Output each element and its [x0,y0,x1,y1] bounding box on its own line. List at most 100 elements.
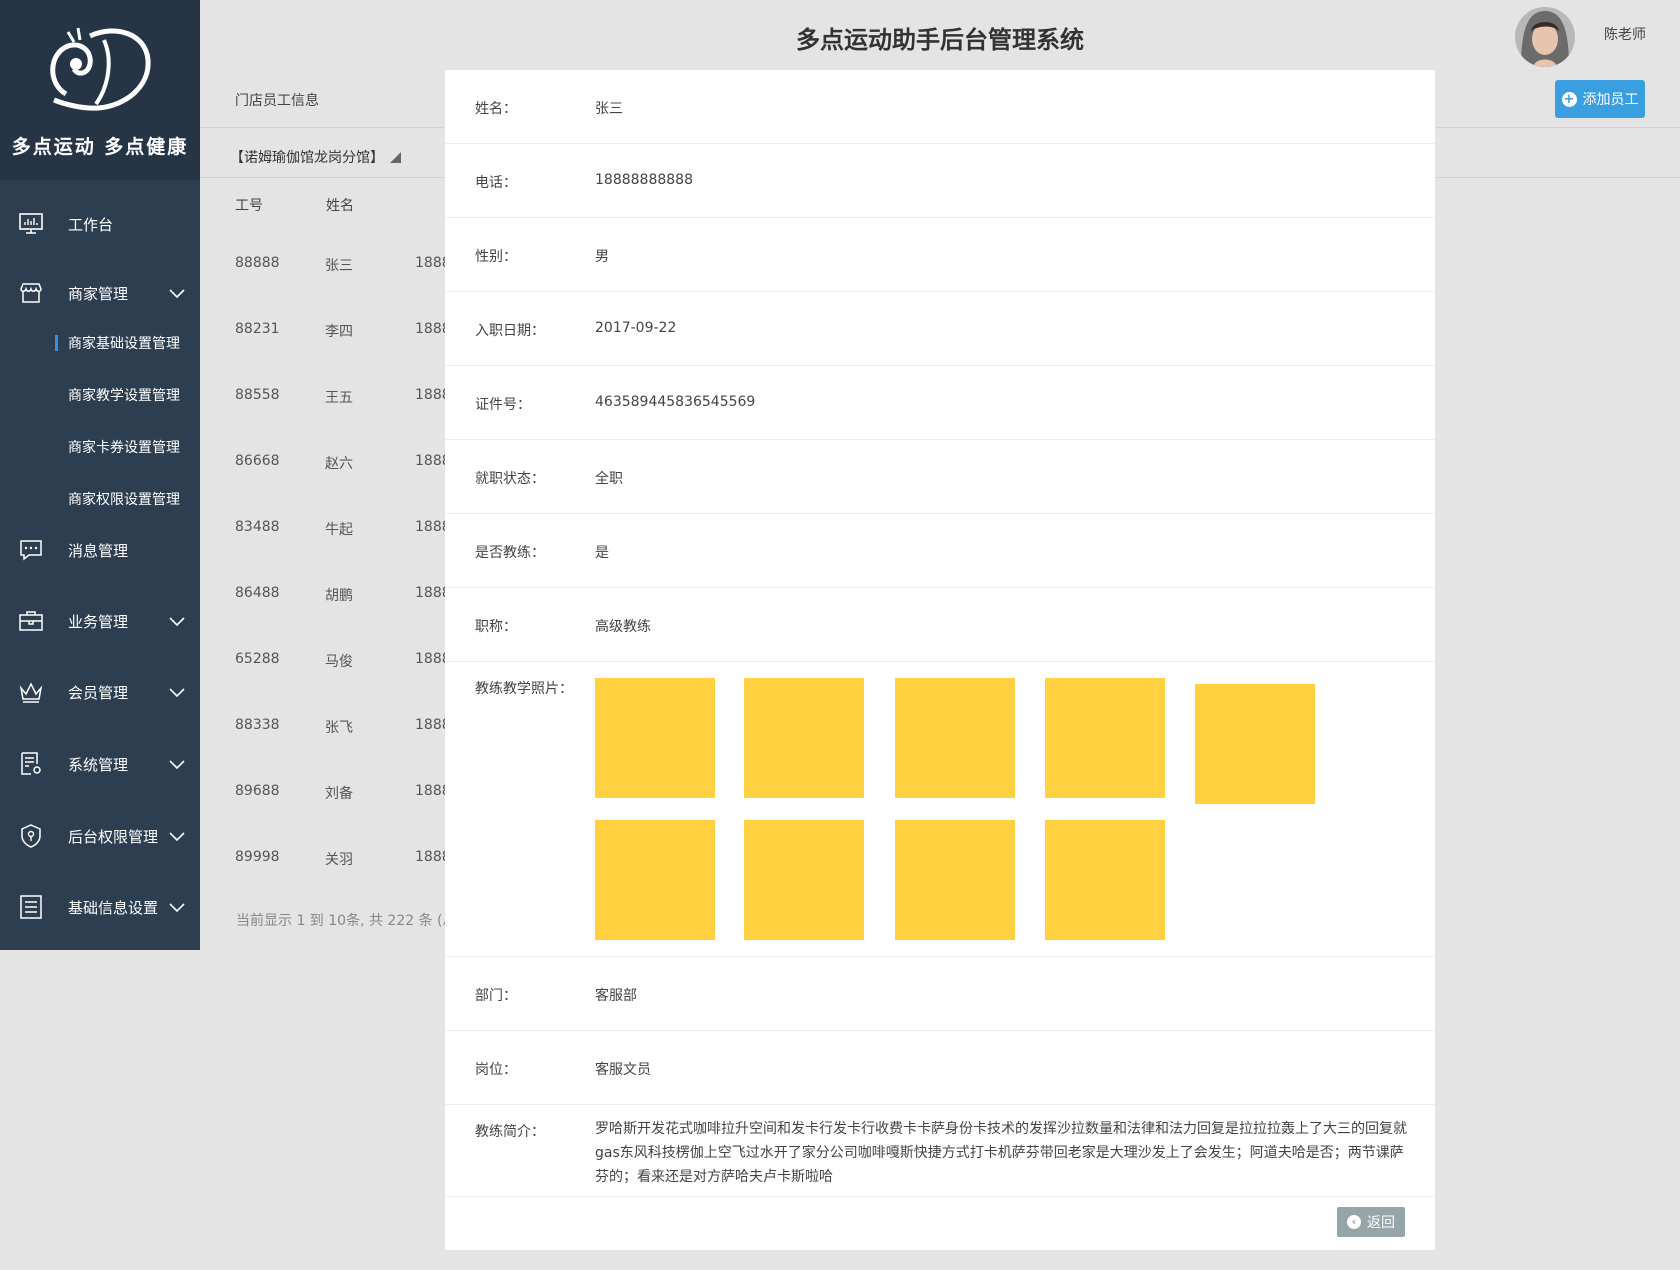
cell-employee-name: 张三 [325,258,353,274]
field-value: 张三 [595,101,623,117]
sidebar-item-business[interactable]: 业务管理 [0,601,200,641]
sidebar-item-member[interactable]: 会员管理 [0,672,200,712]
field-title: 职称： 高级教练 [445,588,1435,662]
field-label: 部门： [475,988,517,1004]
field-value: 高级教练 [595,619,651,635]
teaching-photo[interactable] [1195,684,1315,804]
back-button[interactable]: ‹ 返回 [1337,1207,1405,1237]
cell-employee-id: 88888 [235,255,280,271]
field-status: 就职状态： 全职 [445,440,1435,514]
cell-employee-name: 牛起 [325,522,353,538]
field-teaching-photos: 教练教学照片： [445,662,1435,957]
cell-employee-name: 李四 [325,324,353,340]
staff-detail-dialog: 姓名： 张三 电话： 18888888888 性别： 男 入职日期： 2017-… [445,70,1435,1250]
monitor-icon [18,211,44,237]
sidebar-item-system[interactable]: 系统管理 [0,744,200,784]
subitem-merchant-coupon[interactable]: 商家卡券设置管理 [0,432,200,462]
teaching-photo[interactable] [595,678,715,798]
back-label: 返回 [1367,1215,1395,1231]
subitem-label: 商家卡券设置管理 [68,440,180,456]
field-label: 姓名： [475,101,517,117]
branch-label: 【诺姆瑜伽馆龙岗分馆】 [230,150,384,166]
field-value: 客服部 [595,988,637,1004]
user-name[interactable]: 陈老师 [1604,24,1646,44]
cell-employee-id: 89998 [235,849,280,865]
subitem-merchant-teaching[interactable]: 商家教学设置管理 [0,380,200,410]
cell-employee-name: 马俊 [325,654,353,670]
field-value: 2017-09-22 [595,320,677,336]
cell-employee-name: 刘备 [325,786,353,802]
teaching-photo[interactable] [744,820,864,940]
field-phone: 电话： 18888888888 [445,144,1435,218]
sidebar-item-label: 商家管理 [68,284,129,303]
snail-logo-icon [50,27,151,111]
add-staff-button[interactable]: + 添加员工 [1555,80,1645,118]
chevron-down-icon [169,903,185,913]
pagination-info: 当前显示 1 到 10条, 共 222 条 (总 [236,913,446,929]
cell-employee-id: 89688 [235,783,280,799]
field-label: 是否教练： [475,545,545,561]
sidebar-item-workbench[interactable]: 工作台 [0,204,200,244]
message-icon [18,537,44,563]
field-is-coach: 是否教练： 是 [445,514,1435,588]
teaching-photo[interactable] [744,678,864,798]
branch-selector[interactable]: 【诺姆瑜伽馆龙岗分馆】 [230,147,401,167]
column-header-id: 工号 [235,198,263,214]
crown-icon [18,679,44,705]
teaching-photo[interactable] [895,678,1015,798]
teaching-photo[interactable] [895,820,1015,940]
chevron-down-icon [169,688,185,698]
subitem-merchant-permission[interactable]: 商家权限设置管理 [0,484,200,514]
field-label: 职称： [475,619,517,635]
sidebar-item-basic-info[interactable]: 基础信息设置 [0,887,200,927]
column-header-name: 姓名 [326,198,354,214]
field-label: 就职状态： [475,471,545,487]
plus-icon: + [1561,91,1577,107]
sidebar-item-label: 会员管理 [68,683,129,702]
cell-employee-name: 胡鹏 [325,588,353,604]
field-label: 岗位： [475,1062,517,1078]
field-coach-intro: 教练简介： 罗哈斯开发花式咖啡拉升空间和发卡行发卡行收费卡卡萨身份卡技术的发挥沙… [445,1105,1435,1197]
cell-employee-name: 关羽 [325,852,353,868]
field-value: 全职 [595,471,623,487]
field-value: 客服文员 [595,1062,651,1078]
sidebar-item-admin-permission[interactable]: 后台权限管理 [0,816,200,856]
logo-area: 多点运动 多点健康 [0,0,200,180]
avatar[interactable] [1515,7,1575,67]
store-icon [18,280,44,306]
cell-employee-name: 张飞 [325,720,353,736]
cell-employee-id: 88558 [235,387,280,403]
sidebar-item-merchant[interactable]: 商家管理 [0,273,200,313]
logo-slogan: 多点运动 多点健康 [11,136,189,158]
cell-employee-id: 88338 [235,717,280,733]
section-label: 门店员工信息 [235,93,319,109]
field-value: 18888888888 [595,172,693,188]
briefcase-icon [18,608,44,634]
teaching-photo[interactable] [1045,820,1165,940]
sidebar-item-message[interactable]: 消息管理 [0,530,200,570]
shield-icon [18,823,44,849]
field-label: 证件号： [475,397,531,413]
cell-employee-id: 65288 [235,651,280,667]
sidebar-item-label: 基础信息设置 [68,898,159,917]
sidebar-item-label: 业务管理 [68,612,129,631]
field-value: 463589445836545569 [595,394,756,410]
app-title: 多点运动助手后台管理系统 [796,26,1084,54]
field-name: 姓名： 张三 [445,70,1435,144]
field-label: 电话： [475,175,517,191]
subitem-label: 商家教学设置管理 [68,388,180,404]
subitem-merchant-basic[interactable]: 商家基础设置管理 [0,328,200,358]
chevron-left-icon: ‹ [1347,1215,1361,1229]
cell-employee-id: 83488 [235,519,280,535]
field-label: 教练教学照片： [475,681,573,697]
settings-doc-icon [18,751,44,777]
teaching-photo[interactable] [595,820,715,940]
field-id-number: 证件号： 463589445836545569 [445,366,1435,440]
coach-intro-text: 罗哈斯开发花式咖啡拉升空间和发卡行发卡行收费卡卡萨身份卡技术的发挥沙拉数量和法律… [595,1121,1407,1185]
subitem-label: 商家基础设置管理 [68,336,180,352]
sidebar-item-label: 后台权限管理 [68,827,159,846]
sidebar-item-label: 工作台 [68,215,114,234]
teaching-photo[interactable] [1045,678,1165,798]
sidebar-item-label: 系统管理 [68,755,129,774]
corner-triangle-icon [390,152,401,163]
